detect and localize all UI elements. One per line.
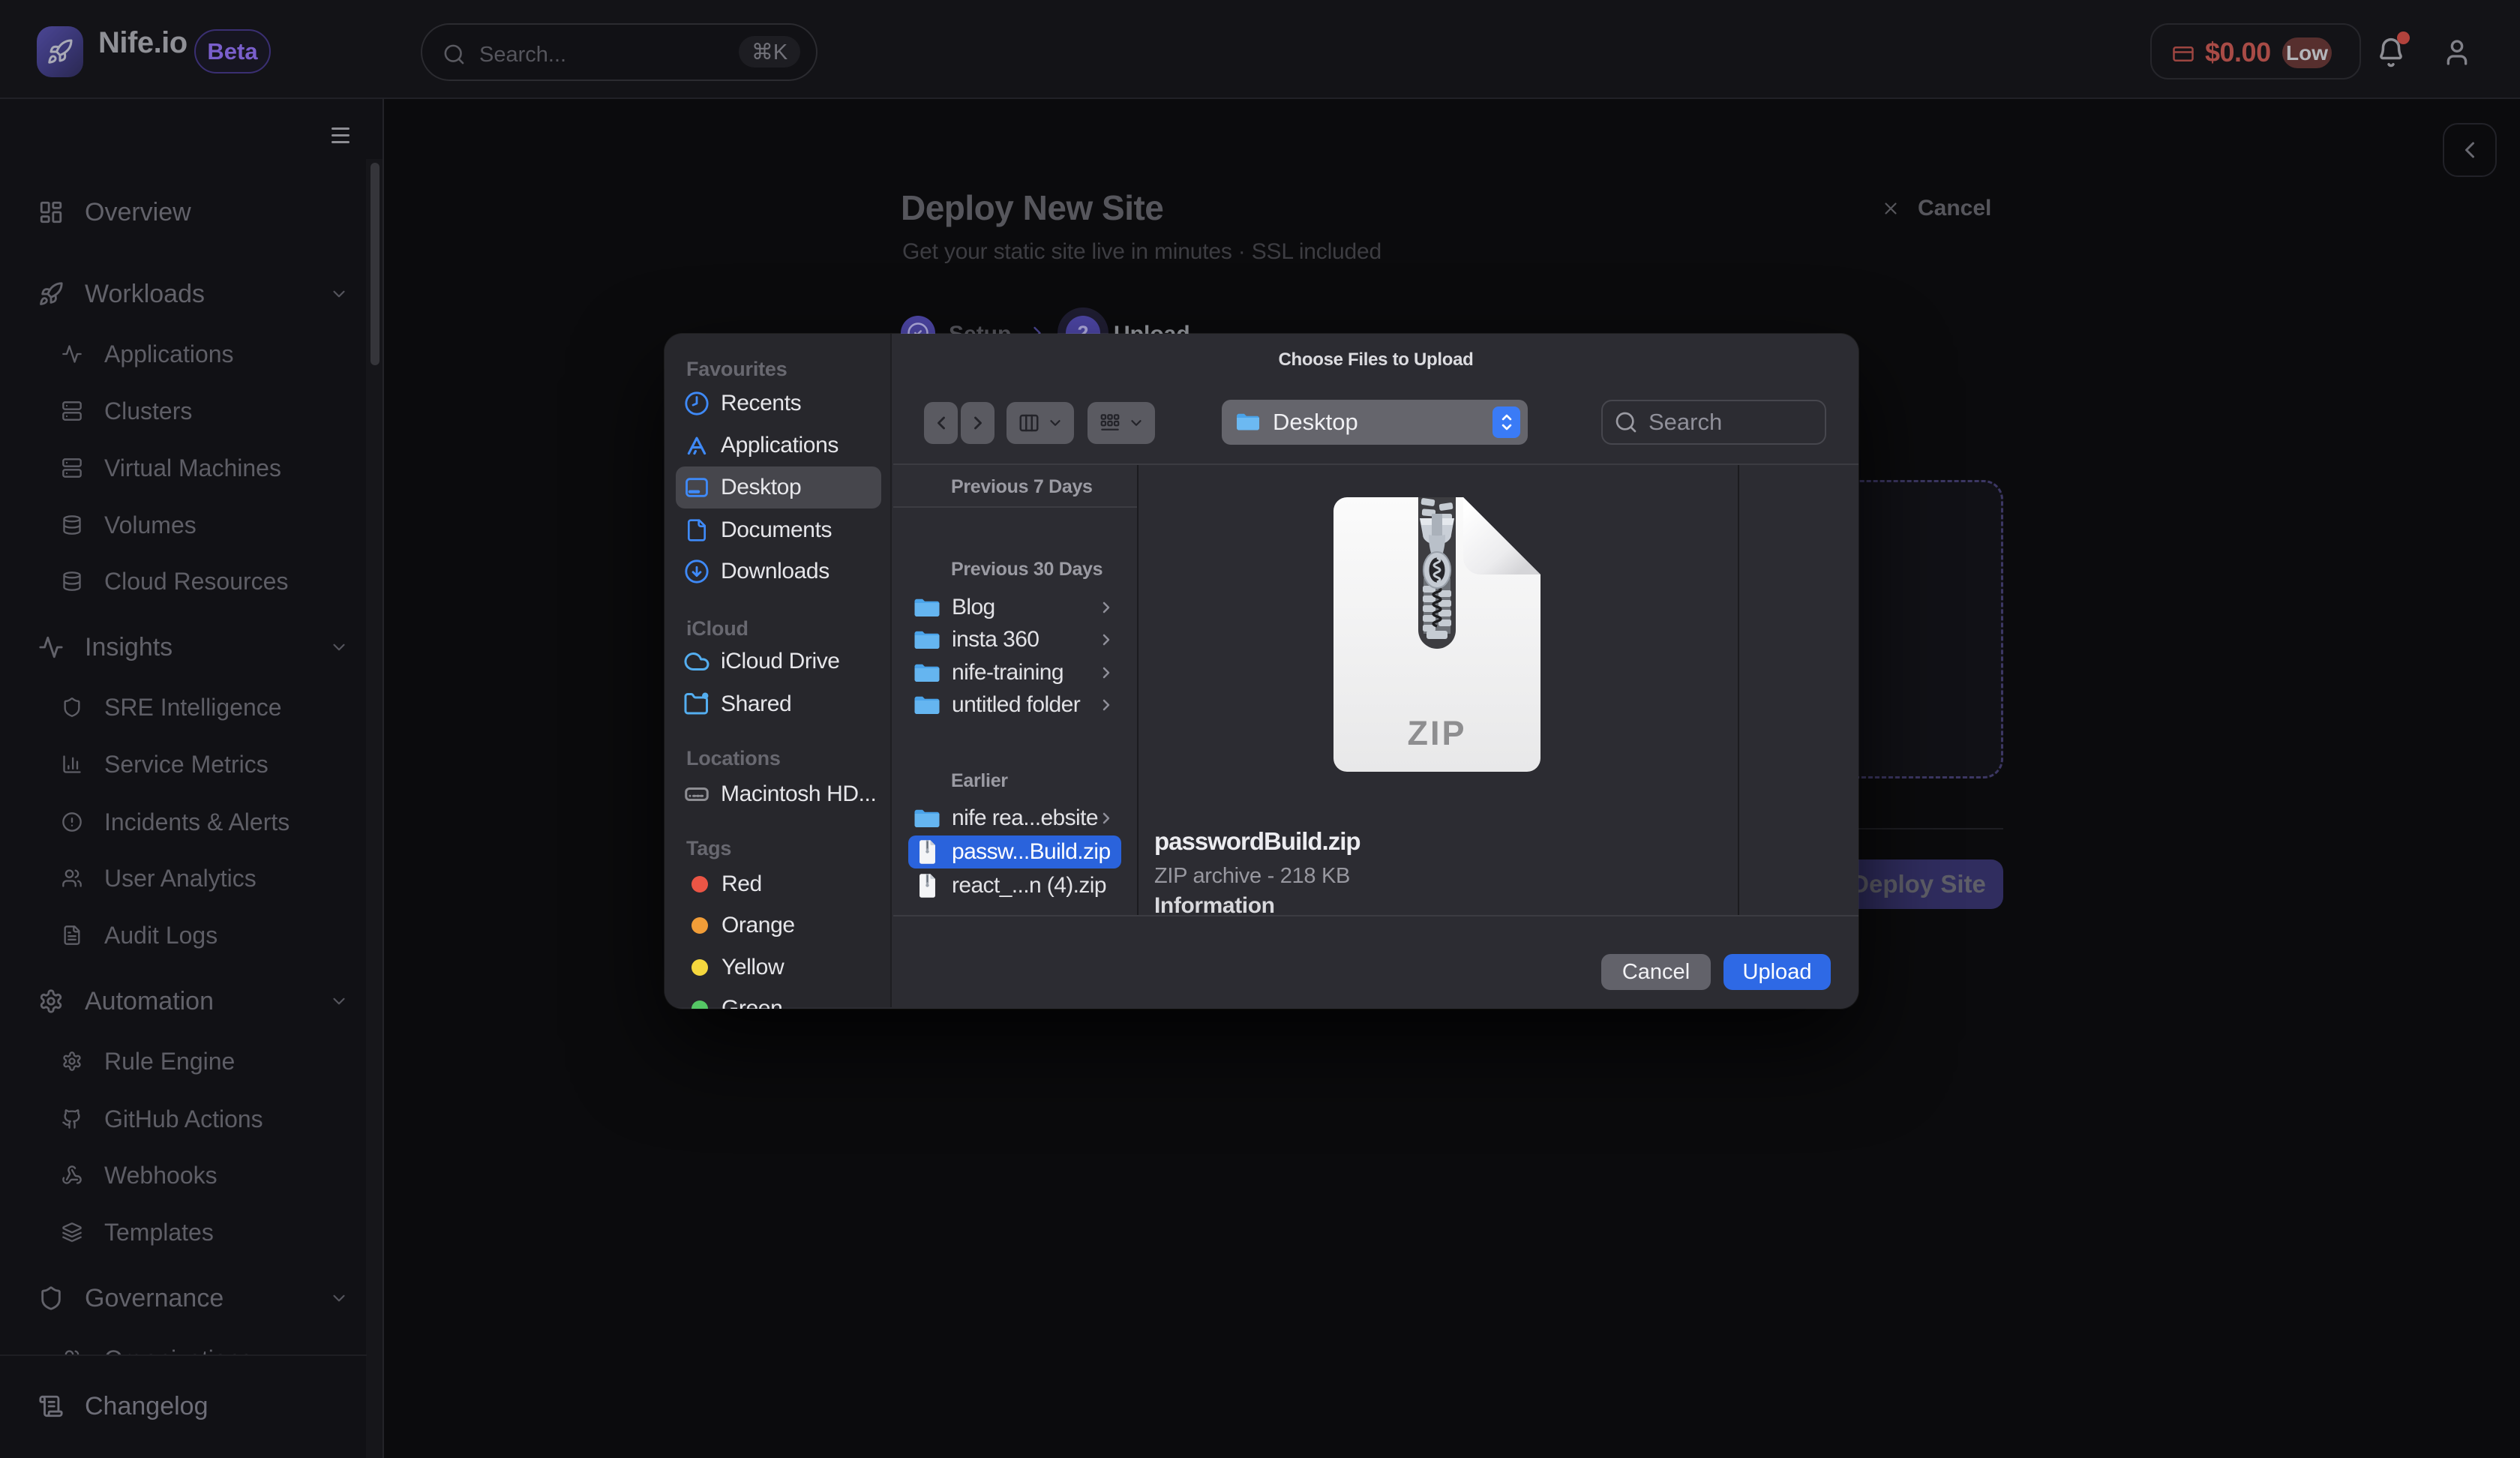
svg-text:ZIP: ZIP bbox=[1407, 714, 1466, 752]
